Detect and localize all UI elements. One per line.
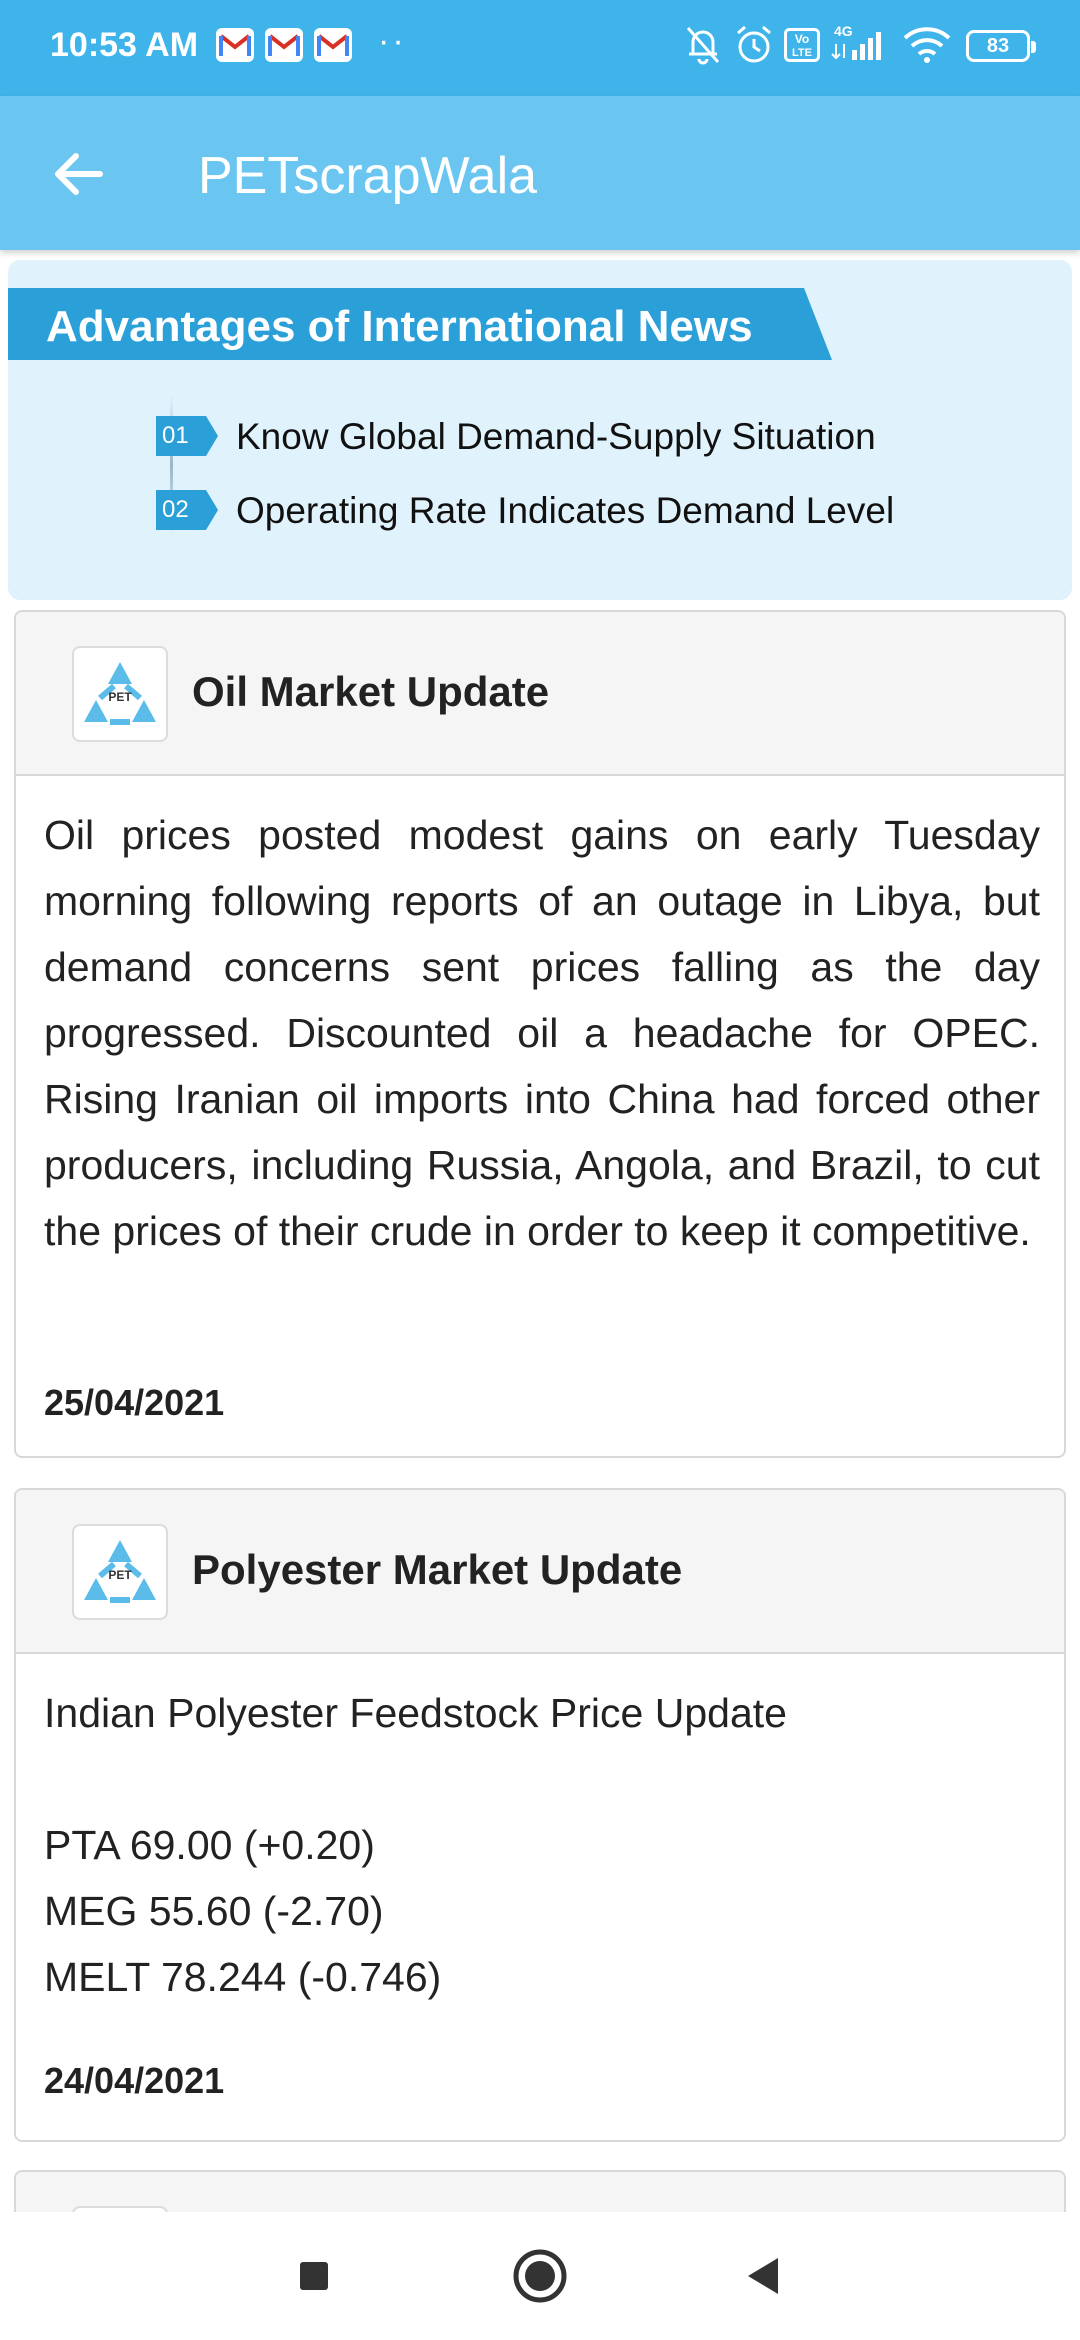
status-time: 10:53 AM — [50, 26, 199, 64]
volte-icon: Vo LTE — [784, 28, 820, 67]
app-bar: PETscrapWala — [0, 96, 1080, 250]
more-notifications-icon: ·· — [378, 22, 407, 60]
svg-text:Vo: Vo — [795, 32, 809, 46]
back-nav-button[interactable] — [732, 2246, 792, 2306]
gmail-icon — [265, 28, 303, 62]
navigation-bar — [0, 2212, 1080, 2340]
number-badge: 02 — [156, 490, 218, 530]
arrow-left-icon — [55, 153, 103, 195]
card-body: Oil prices posted modest gains on early … — [44, 812, 1040, 1254]
signal-4g-icon: 4G — [828, 22, 888, 69]
svg-text:PET: PET — [108, 690, 132, 704]
svg-text:PET: PET — [108, 1568, 132, 1582]
gmail-icon — [314, 28, 352, 62]
banner-header: Advantages of International News — [8, 288, 832, 360]
status-bar: 10:53 AM ·· Vo LTE 4G 83 — [0, 0, 1080, 96]
card-body-line: PTA 69.00 (+0.20) — [44, 1822, 375, 1868]
wifi-icon — [902, 26, 952, 69]
recents-button[interactable] — [284, 2246, 344, 2306]
banner-title: Advantages of International News — [46, 302, 753, 351]
pet-recycle-logo: PET — [72, 1524, 168, 1620]
svg-text:4G: 4G — [834, 23, 853, 39]
card-date: 25/04/2021 — [44, 1382, 225, 1423]
card-body-line: MEG 55.60 (-2.70) — [44, 1888, 384, 1934]
card-title: Polyester Market Update — [192, 1546, 683, 1593]
triangle-back-icon — [748, 2258, 778, 2294]
card-title: Oil Market Update — [192, 668, 550, 715]
advantages-banner: Advantages of International News 01 Know… — [8, 260, 1072, 600]
advantage-text: Operating Rate Indicates Demand Level — [236, 490, 895, 531]
home-button[interactable] — [510, 2246, 570, 2306]
app-title: PETscrapWala — [198, 147, 538, 205]
battery-icon: 83 — [966, 30, 1036, 62]
bell-muted-icon — [684, 24, 722, 71]
alarm-icon — [734, 24, 774, 71]
card-header: PET Polyester Market Update — [16, 1490, 1064, 1654]
gmail-icon — [216, 28, 254, 62]
news-card[interactable]: PET Oil Market Update Oil prices posted … — [14, 610, 1066, 1458]
news-card[interactable]: PET Polyester Market Update Indian Polye… — [14, 1488, 1066, 2142]
square-icon — [300, 2262, 328, 2290]
card-body: Indian Polyester Feedstock Price Update … — [44, 1680, 1040, 2010]
svg-text:LTE: LTE — [792, 47, 812, 59]
card-body-line: Indian Polyester Feedstock Price Update — [44, 1690, 787, 1736]
circle-icon — [513, 2249, 567, 2303]
number-badge: 01 — [156, 416, 218, 466]
card-date: 24/04/2021 — [44, 2060, 225, 2101]
back-button[interactable] — [40, 136, 116, 212]
pet-recycle-logo: PET — [72, 646, 168, 742]
card-body-line: MELT 78.244 (-0.746) — [44, 1954, 442, 2000]
card-body-line — [44, 1746, 1040, 1812]
advantage-text: Know Global Demand-Supply Situation — [236, 416, 876, 457]
card-header: PET Oil Market Update — [16, 612, 1064, 776]
